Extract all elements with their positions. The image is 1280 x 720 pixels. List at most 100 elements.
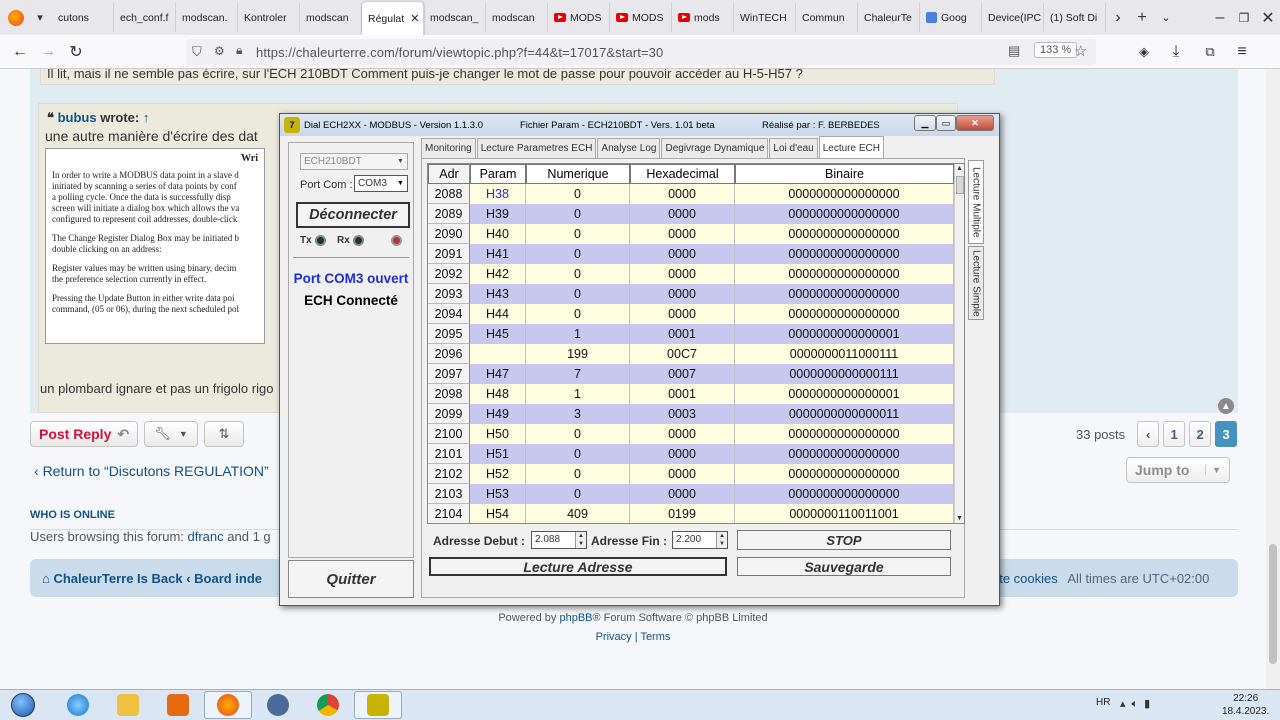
- tray-icons[interactable]: ▴🔈︎▮: [1120, 697, 1156, 711]
- taskbar-ie[interactable]: [54, 691, 102, 719]
- table-row[interactable]: 2090 H40 0 0000 0000000000000000: [428, 224, 954, 244]
- table-row[interactable]: 2096 199 00C7 0000000011000111: [428, 344, 954, 364]
- grid-scrollbar-thumb[interactable]: [956, 176, 964, 194]
- shield-icon[interactable]: ⛉: [192, 44, 202, 60]
- sort-button[interactable]: ⇅: [204, 421, 245, 447]
- read-address-button[interactable]: Lecture Adresse: [429, 557, 727, 576]
- browser-tab[interactable]: Goog: [920, 3, 982, 32]
- table-row[interactable]: 2104 H54 409 0199 0000000110011001: [428, 504, 954, 523]
- device-select[interactable]: ECH210BDT ▼: [300, 153, 408, 170]
- column-header[interactable]: Hexadecimal: [630, 164, 735, 184]
- tools-button[interactable]: 🔧︎ ▼: [144, 421, 199, 447]
- new-tab-icon[interactable]: +: [1130, 4, 1154, 32]
- browser-tab[interactable]: modscan: [486, 3, 548, 32]
- downloads-icon[interactable]: ⤓: [1162, 38, 1190, 66]
- scrollbar-thumb[interactable]: [1269, 544, 1277, 664]
- lock-icon[interactable]: 🔒︎: [236, 43, 242, 58]
- phpbb-link[interactable]: phpBB: [559, 612, 592, 624]
- taskbar-firefox[interactable]: [204, 691, 252, 719]
- app-tab[interactable]: Loi d'eau: [769, 138, 818, 158]
- table-row[interactable]: 2091 H41 0 0000 0000000000000000: [428, 244, 954, 264]
- column-header[interactable]: Adr: [428, 164, 470, 184]
- app-close-icon[interactable]: ✕: [956, 115, 994, 131]
- save-button[interactable]: Sauvegarde: [737, 557, 951, 576]
- addr-end-stepper-icon[interactable]: ▲ ▼: [716, 532, 727, 548]
- browser-tab[interactable]: mods: [672, 3, 734, 32]
- minimize-window-icon[interactable]: –: [1208, 4, 1232, 32]
- browser-tab[interactable]: MODS: [548, 3, 610, 32]
- table-row[interactable]: 2101 H51 0 0000 0000000000000000: [428, 444, 954, 464]
- app-menu-icon[interactable]: ≡: [1228, 38, 1256, 66]
- table-row[interactable]: 2093 H43 0 0000 0000000000000000: [428, 284, 954, 304]
- forward-icon[interactable]: →: [34, 38, 62, 66]
- browser-tab[interactable]: Commun: [796, 3, 858, 32]
- app-tab[interactable]: Analyse Log: [597, 138, 661, 158]
- restore-window-icon[interactable]: ❐: [1232, 4, 1256, 32]
- browser-tab[interactable]: MODS: [610, 3, 672, 32]
- browser-tab[interactable]: modscan_: [424, 3, 486, 32]
- table-row[interactable]: 2097 H47 7 0007 0000000000000111: [428, 364, 954, 384]
- browser-tab[interactable]: Device(IPC: [982, 3, 1044, 32]
- browser-tab[interactable]: ChaleurTe: [858, 3, 920, 32]
- table-row[interactable]: 2100 H50 0 0000 0000000000000000: [428, 424, 954, 444]
- app-tab[interactable]: Monitoring: [421, 138, 476, 158]
- browser-tab[interactable]: modscan.: [176, 3, 238, 32]
- scroll-top-icon[interactable]: ▲: [1218, 398, 1234, 414]
- browser-tab[interactable]: cutons: [52, 3, 114, 32]
- breadcrumb-board-link[interactable]: Board inde: [194, 571, 262, 586]
- taskbar-app[interactable]: [254, 691, 302, 719]
- jump-to-button[interactable]: Jump to ▼: [1126, 457, 1230, 483]
- table-row[interactable]: 2099 H49 3 0003 0000000000000011: [428, 404, 954, 424]
- pocket-icon[interactable]: ◈: [1130, 38, 1158, 66]
- extensions-icon[interactable]: ⧉: [1196, 38, 1224, 66]
- app-minimize-icon[interactable]: ▁: [914, 115, 936, 131]
- quote-user-link[interactable]: bubus: [58, 110, 97, 125]
- breadcrumb-home-link[interactable]: ChaleurTerre Is Back: [53, 571, 182, 586]
- privacy-link[interactable]: Privacy: [596, 631, 632, 643]
- permissions-icon[interactable]: ⚙: [214, 44, 225, 58]
- table-row[interactable]: 2088 H38 0 0000 0000000000000000: [428, 184, 954, 204]
- post-reply-button[interactable]: Post Reply ↶: [30, 421, 139, 447]
- browser-tab[interactable]: WinTECH: [734, 3, 796, 32]
- table-row[interactable]: 2094 H44 0 0000 0000000000000000: [428, 304, 954, 324]
- page-2-button[interactable]: 2: [1189, 421, 1212, 447]
- browser-tab[interactable]: Régulat ✕: [362, 2, 424, 35]
- delete-cookies-link[interactable]: ete cookies: [992, 571, 1058, 586]
- tab-dropdown-icon[interactable]: ⌄: [1154, 4, 1178, 32]
- firefox-menu-icon[interactable]: [4, 4, 28, 32]
- browser-tab[interactable]: modscan: [300, 3, 362, 32]
- column-header[interactable]: Param: [470, 164, 526, 184]
- table-row[interactable]: 2102 H52 0 0000 0000000000000000: [428, 464, 954, 484]
- column-header[interactable]: Binaire: [735, 164, 954, 184]
- table-row[interactable]: 2092 H42 0 0000 0000000000000000: [428, 264, 954, 284]
- bookmark-star-icon[interactable]: ☆: [1074, 42, 1087, 60]
- url-bar[interactable]: ⛉ ⚙ 🔒︎ https://chaleurterre.com/forum/vi…: [186, 39, 1096, 65]
- page-1-button[interactable]: 1: [1163, 421, 1186, 447]
- addr-end-input[interactable]: 2.200 ▲ ▼: [672, 531, 728, 549]
- addr-start-input[interactable]: 2.088 ▲ ▼: [531, 531, 587, 549]
- tab-list-icon[interactable]: ▾: [28, 4, 52, 32]
- browser-tab[interactable]: (1) Soft Di: [1044, 3, 1106, 32]
- app-tab[interactable]: Degivrage Dynamique: [661, 138, 769, 158]
- browsing-user-link[interactable]: dfranc: [188, 529, 224, 544]
- quote-jump-icon[interactable]: ↑: [143, 110, 150, 125]
- disconnect-button[interactable]: Déconnecter: [296, 202, 410, 228]
- table-row[interactable]: 2103 H53 0 0000 0000000000000000: [428, 484, 954, 504]
- table-row[interactable]: 2089 H39 0 0000 0000000000000000: [428, 204, 954, 224]
- taskbar-media[interactable]: [154, 691, 202, 719]
- table-row[interactable]: 2098 H48 1 0001 0000000000000001: [428, 384, 954, 404]
- quit-button[interactable]: Quitter: [288, 560, 414, 598]
- page-3-button[interactable]: 3: [1215, 421, 1238, 447]
- reader-view-icon[interactable]: ▤: [1008, 43, 1020, 59]
- addr-start-stepper-icon[interactable]: ▲ ▼: [575, 532, 586, 548]
- prev-page-button[interactable]: ‹: [1137, 421, 1160, 447]
- column-header[interactable]: Numerique: [526, 164, 630, 184]
- url-text[interactable]: https://chaleurterre.com/forum/viewtopic…: [256, 45, 663, 60]
- app-maximize-icon[interactable]: ▭: [936, 115, 956, 131]
- tab-scroll-right-icon[interactable]: ›: [1106, 4, 1130, 32]
- taskbar-chrome[interactable]: [304, 691, 352, 719]
- table-row[interactable]: 2095 H45 1 0001 0000000000000001: [428, 324, 954, 344]
- scroll-up-icon[interactable]: ▲: [956, 165, 963, 172]
- close-window-icon[interactable]: ✕: [1256, 4, 1280, 32]
- close-tab-icon[interactable]: ✕: [410, 12, 419, 25]
